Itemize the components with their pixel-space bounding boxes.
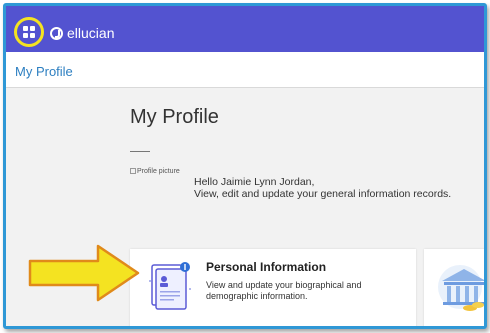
profile-picture: Profile picture [130, 168, 180, 192]
card-title: Personal Information [206, 260, 327, 274]
apps-button[interactable] [14, 17, 44, 47]
title-divider [130, 151, 150, 152]
greeting-subtext: View, edit and update your general infor… [194, 188, 452, 200]
personal-info-document-icon [149, 262, 191, 310]
greeting-block: Hello Jaimie Lynn Jordan, View, edit and… [194, 176, 451, 200]
card-description: View and update your biographical and de… [206, 280, 362, 301]
bank-building-icon [438, 265, 484, 311]
breadcrumb: My Profile [6, 52, 484, 88]
ellucian-logo-icon [50, 27, 63, 40]
yellow-arrow-icon [28, 244, 140, 302]
top-bar: ellucian [6, 6, 484, 52]
broken-image-icon [130, 168, 136, 174]
greeting-text: Hello Jaimie Lynn Jordan, [194, 176, 315, 188]
breadcrumb-item-my-profile[interactable]: My Profile [15, 64, 73, 79]
profile-picture-alt: Profile picture [137, 168, 180, 175]
second-card[interactable] [424, 249, 484, 326]
page-title: My Profile [130, 106, 219, 128]
personal-information-card[interactable]: Personal Information View and update you… [130, 249, 416, 326]
brand-name: ellucian [67, 25, 115, 41]
apps-grid-icon [23, 26, 35, 38]
